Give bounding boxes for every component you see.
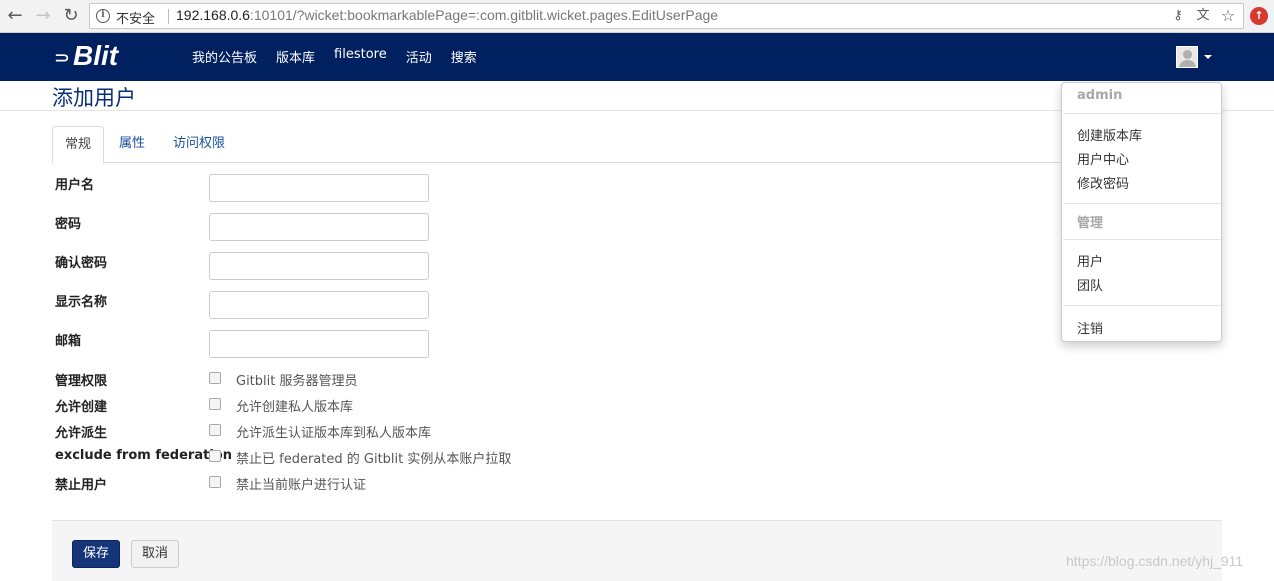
cancel-button[interactable]: 取消 [131,540,179,568]
chevron-down-icon[interactable] [1204,55,1212,59]
nav-link-filestore[interactable]: filestore [334,47,387,66]
menu-item-logout[interactable]: 注销 [1077,318,1103,337]
username-field[interactable] [209,174,429,202]
disable-user-checkbox-text: 禁止当前账户进行认证 [236,478,367,493]
browser-toolbar: ← → ↻ i 不安全 192.168.0.6:10101/?wicket:bo… [0,0,1274,33]
page-title: 添加用户 [52,86,136,110]
exclude-federation-checkbox[interactable] [209,450,221,462]
avatar[interactable] [1176,46,1198,68]
disable-user-checkbox[interactable] [209,476,221,488]
nav-links: 我的公告板 版本库 filestore 活动 搜索 [192,47,496,66]
username-label: 用户名 [55,178,95,193]
email-field[interactable] [209,330,429,358]
admin-checkbox[interactable] [209,372,221,384]
disable-user-label: 禁止用户 [55,478,108,493]
menu-divider [1063,305,1221,306]
exclude-federation-checkbox-text: 禁止已 federated 的 Gitblit 实例从本账户拉取 [236,452,512,467]
admin-permission-label: 管理权限 [55,374,108,389]
url-host: 192.168.0.6 [176,7,250,23]
can-fork-label: 允许派生 [55,426,108,441]
forward-icon[interactable]: → [32,5,54,27]
menu-item-change-password[interactable]: 修改密码 [1077,173,1129,192]
extension-icon[interactable]: ↑ [1250,7,1268,25]
menu-divider [1063,203,1221,204]
display-name-label: 显示名称 [55,295,108,310]
brand-logo[interactable]: ⸧Blit [52,40,118,72]
git-mark-icon: ⸧ [52,48,72,70]
menu-divider [1063,113,1221,114]
can-create-label: 允许创建 [55,400,108,415]
url-text[interactable]: 192.168.0.6:10101/?wicket:bookmarkablePa… [176,7,718,23]
tab-attributes[interactable]: 属性 [107,126,157,163]
app-navbar: ⸧Blit 我的公告板 版本库 filestore 活动 搜索 [0,33,1274,81]
menu-item-create-repository[interactable]: 创建版本库 [1077,125,1142,144]
can-create-checkbox[interactable] [209,398,221,410]
reload-icon[interactable]: ↻ [60,5,82,27]
form-actions: 保存 取消 [52,520,1222,581]
avatar-head [1183,50,1192,59]
menu-divider [1063,239,1221,240]
menu-item-teams[interactable]: 团队 [1077,275,1103,294]
tab-general[interactable]: 常规 [52,126,105,164]
back-icon[interactable]: ← [4,5,26,27]
key-icon[interactable]: ⚷ [1170,8,1186,24]
tab-bar: 常规 属性 访问权限 [52,126,1222,164]
password-field[interactable] [209,213,429,241]
security-label[interactable]: 不安全 [116,8,155,27]
password-label: 密码 [55,217,82,232]
email-label: 邮箱 [55,334,82,349]
omnibox-divider [168,9,169,24]
menu-item-user-center[interactable]: 用户中心 [1077,149,1129,168]
menu-username: admin [1077,88,1123,103]
can-fork-checkbox-text: 允许派生认证版本库到私人版本库 [236,426,432,441]
menu-admin-header: 管理 [1077,216,1104,231]
admin-checkbox-text: Gitblit 服务器管理员 [236,374,358,389]
nav-link-repositories[interactable]: 版本库 [276,47,315,66]
user-dropdown-menu: admin 创建版本库 用户中心 修改密码 管理 用户 团队 注销 [1061,82,1222,342]
save-button[interactable]: 保存 [72,540,120,568]
can-create-checkbox-text: 允许创建私人版本库 [236,400,354,415]
confirm-password-field[interactable] [209,252,429,280]
address-bar[interactable]: i 不安全 192.168.0.6:10101/?wicket:bookmark… [89,3,1244,29]
nav-link-activity[interactable]: 活动 [406,47,432,66]
nav-link-dashboard[interactable]: 我的公告板 [192,47,257,66]
url-path: :10101/?wicket:bookmarkablePage=:com.git… [249,7,719,23]
display-name-field[interactable] [209,291,429,319]
confirm-password-label: 确认密码 [55,256,108,271]
menu-item-users[interactable]: 用户 [1077,251,1103,270]
can-fork-checkbox[interactable] [209,424,221,436]
tab-access-permissions[interactable]: 访问权限 [161,126,237,163]
star-icon[interactable]: ☆ [1220,8,1236,24]
avatar-body [1179,60,1196,67]
watermark: https://blog.csdn.net/yhj_911 [1066,553,1244,569]
nav-link-search[interactable]: 搜索 [451,47,477,66]
brand-text: Blit [73,40,119,71]
exclude-federation-label: exclude from federation [55,448,232,463]
translate-icon[interactable]: 文 [1195,8,1211,24]
info-icon[interactable]: i [96,9,110,23]
